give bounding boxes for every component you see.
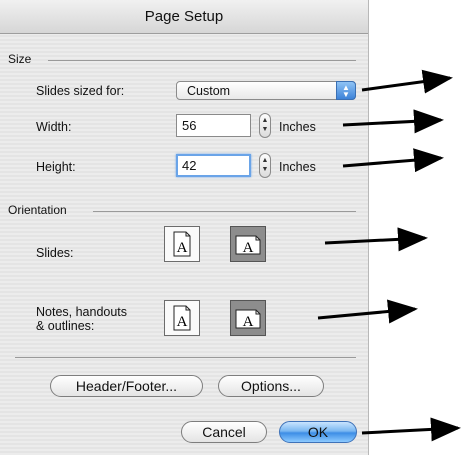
window-title: Page Setup xyxy=(144,8,224,25)
bottom-divider xyxy=(15,357,356,358)
width-unit-label: Inches xyxy=(279,120,316,134)
slides-sized-for-popup[interactable]: Custom ▲ ▼ xyxy=(176,81,356,100)
height-label: Height: xyxy=(36,160,76,174)
width-stepper[interactable]: ▲ ▼ xyxy=(259,113,271,138)
height-field[interactable]: 42 xyxy=(176,154,251,177)
slides-sized-for-label: Slides sized for: xyxy=(36,84,125,98)
orientation-divider xyxy=(93,211,356,212)
popup-arrows-icon: ▲ ▼ xyxy=(336,81,356,100)
landscape-letter: A xyxy=(243,240,254,256)
cancel-button[interactable]: Cancel xyxy=(181,421,267,443)
size-section-label: Size xyxy=(8,52,32,66)
page-setup-dialog: Page Setup Size Slides sized for: Custom… xyxy=(0,0,369,455)
height-unit-label: Inches xyxy=(279,160,316,174)
landscape-letter: A xyxy=(243,314,254,330)
notes-landscape-button[interactable]: A xyxy=(230,300,266,336)
slides-sized-for-value: Custom xyxy=(187,84,231,98)
size-divider xyxy=(48,60,356,61)
width-label: Width: xyxy=(36,120,72,134)
arrow-ok-button xyxy=(361,417,461,442)
portrait-letter: A xyxy=(177,240,188,256)
notes-label-line2: & outlines: xyxy=(36,319,95,333)
title-bar[interactable]: Page Setup xyxy=(0,0,368,34)
ok-button[interactable]: OK xyxy=(279,421,357,443)
options-button[interactable]: Options... xyxy=(218,375,324,397)
notes-label-line1: Notes, handouts xyxy=(36,305,128,319)
slides-portrait-button[interactable]: A xyxy=(164,226,200,262)
header-footer-button[interactable]: Header/Footer... xyxy=(50,375,203,397)
notes-handouts-label: Notes, handouts & outlines: xyxy=(36,305,127,333)
height-stepper[interactable]: ▲ ▼ xyxy=(259,153,271,178)
slides-orientation-label: Slides: xyxy=(36,246,74,260)
notes-portrait-button[interactable]: A xyxy=(164,300,200,336)
slides-landscape-button[interactable]: A xyxy=(230,226,266,262)
orientation-section-label: Orientation xyxy=(8,203,67,217)
portrait-letter: A xyxy=(177,314,188,330)
arrow-slides-sized-for xyxy=(361,69,453,94)
width-field[interactable]: 56 xyxy=(176,114,251,137)
